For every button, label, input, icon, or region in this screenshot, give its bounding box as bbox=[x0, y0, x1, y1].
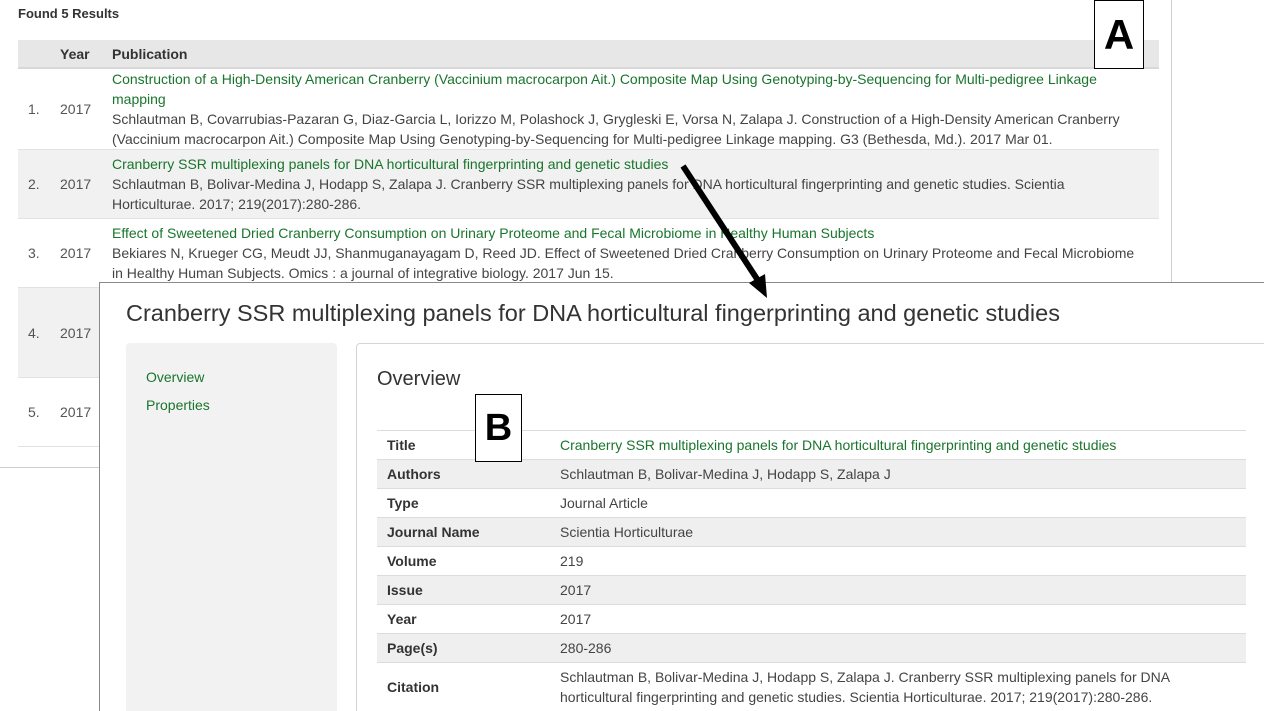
property-key: Title bbox=[377, 430, 550, 460]
properties-table: Title Cranberry SSR multiplexing panels … bbox=[377, 430, 1246, 711]
sidebar-item-properties[interactable]: Properties bbox=[146, 397, 210, 413]
row-number: 4. bbox=[18, 287, 60, 378]
property-key: Year bbox=[377, 604, 550, 634]
page-title: Cranberry SSR multiplexing panels for DN… bbox=[126, 300, 1060, 326]
row-year: 2017 bbox=[60, 218, 112, 288]
publication-cell: Effect of Sweetened Dried Cranberry Cons… bbox=[112, 218, 1159, 288]
overview-heading: Overview bbox=[377, 368, 461, 390]
publication-title-link[interactable]: Effect of Sweetened Dried Cranberry Cons… bbox=[112, 223, 1145, 243]
property-key: Type bbox=[377, 488, 550, 518]
publication-citation: Schlautman B, Bolivar-Medina J, Hodapp S… bbox=[112, 176, 1065, 212]
results-header-row: Year Publication bbox=[18, 40, 1159, 69]
publication-citation: Schlautman B, Covarrubias-Pazaran G, Dia… bbox=[112, 111, 1120, 147]
property-key: Citation bbox=[377, 662, 550, 711]
row-number: 2. bbox=[18, 149, 60, 219]
table-row: 2. 2017 Cranberry SSR multiplexing panel… bbox=[18, 149, 1159, 219]
property-row-citation: Citation Schlautman B, Bolivar-Medina J,… bbox=[377, 662, 1246, 711]
panel-label-a: A bbox=[1094, 0, 1144, 69]
detail-panel: Cranberry SSR multiplexing panels for DN… bbox=[99, 282, 1264, 711]
property-value: 2017 bbox=[550, 604, 1246, 634]
header-publication: Publication bbox=[112, 40, 1159, 69]
property-row-issue: Issue 2017 bbox=[377, 575, 1246, 605]
property-value: Journal Article bbox=[550, 488, 1246, 518]
row-number: 1. bbox=[18, 68, 60, 150]
table-row: 1. 2017 Construction of a High-Density A… bbox=[18, 68, 1159, 150]
property-key: Issue bbox=[377, 575, 550, 605]
header-num bbox=[18, 40, 60, 69]
property-value: Scientia Horticulturae bbox=[550, 517, 1246, 547]
sidebar-item-overview[interactable]: Overview bbox=[146, 369, 204, 385]
publication-title-link[interactable]: Cranberry SSR multiplexing panels for DN… bbox=[112, 154, 1145, 174]
property-row-pages: Page(s) 280-286 bbox=[377, 633, 1246, 663]
property-row-type: Type Journal Article bbox=[377, 488, 1246, 518]
property-key: Page(s) bbox=[377, 633, 550, 663]
property-row-year: Year 2017 bbox=[377, 604, 1246, 634]
property-value: 219 bbox=[550, 546, 1246, 576]
row-number: 3. bbox=[18, 218, 60, 288]
property-value: 2017 bbox=[550, 575, 1246, 605]
sidebar: Overview Properties bbox=[126, 343, 337, 711]
property-row-journal: Journal Name Scientia Horticulturae bbox=[377, 517, 1246, 547]
property-row-authors: Authors Schlautman B, Bolivar-Medina J, … bbox=[377, 459, 1246, 489]
publication-citation: Bekiares N, Krueger CG, Meudt JJ, Shanmu… bbox=[112, 245, 1135, 281]
property-value: Schlautman B, Bolivar-Medina J, Hodapp S… bbox=[550, 459, 1246, 489]
publication-title-link[interactable]: Construction of a High-Density American … bbox=[112, 69, 1145, 109]
property-key: Volume bbox=[377, 546, 550, 576]
row-year: 2017 bbox=[60, 68, 112, 150]
panel-label-b: B bbox=[475, 394, 522, 462]
property-value: Schlautman B, Bolivar-Medina J, Hodapp S… bbox=[550, 662, 1246, 711]
table-row: 3. 2017 Effect of Sweetened Dried Cranbe… bbox=[18, 218, 1159, 288]
row-year: 2017 bbox=[60, 149, 112, 219]
results-count: Found 5 Results bbox=[18, 6, 120, 21]
publication-cell: Construction of a High-Density American … bbox=[112, 68, 1159, 150]
property-value-title-link[interactable]: Cranberry SSR multiplexing panels for DN… bbox=[550, 430, 1246, 460]
property-row-volume: Volume 219 bbox=[377, 546, 1246, 576]
property-key: Journal Name bbox=[377, 517, 550, 547]
property-key: Authors bbox=[377, 459, 550, 489]
row-number: 5. bbox=[18, 377, 60, 447]
header-year: Year bbox=[60, 40, 112, 69]
property-value: 280-286 bbox=[550, 633, 1246, 663]
publication-cell: Cranberry SSR multiplexing panels for DN… bbox=[112, 149, 1159, 219]
